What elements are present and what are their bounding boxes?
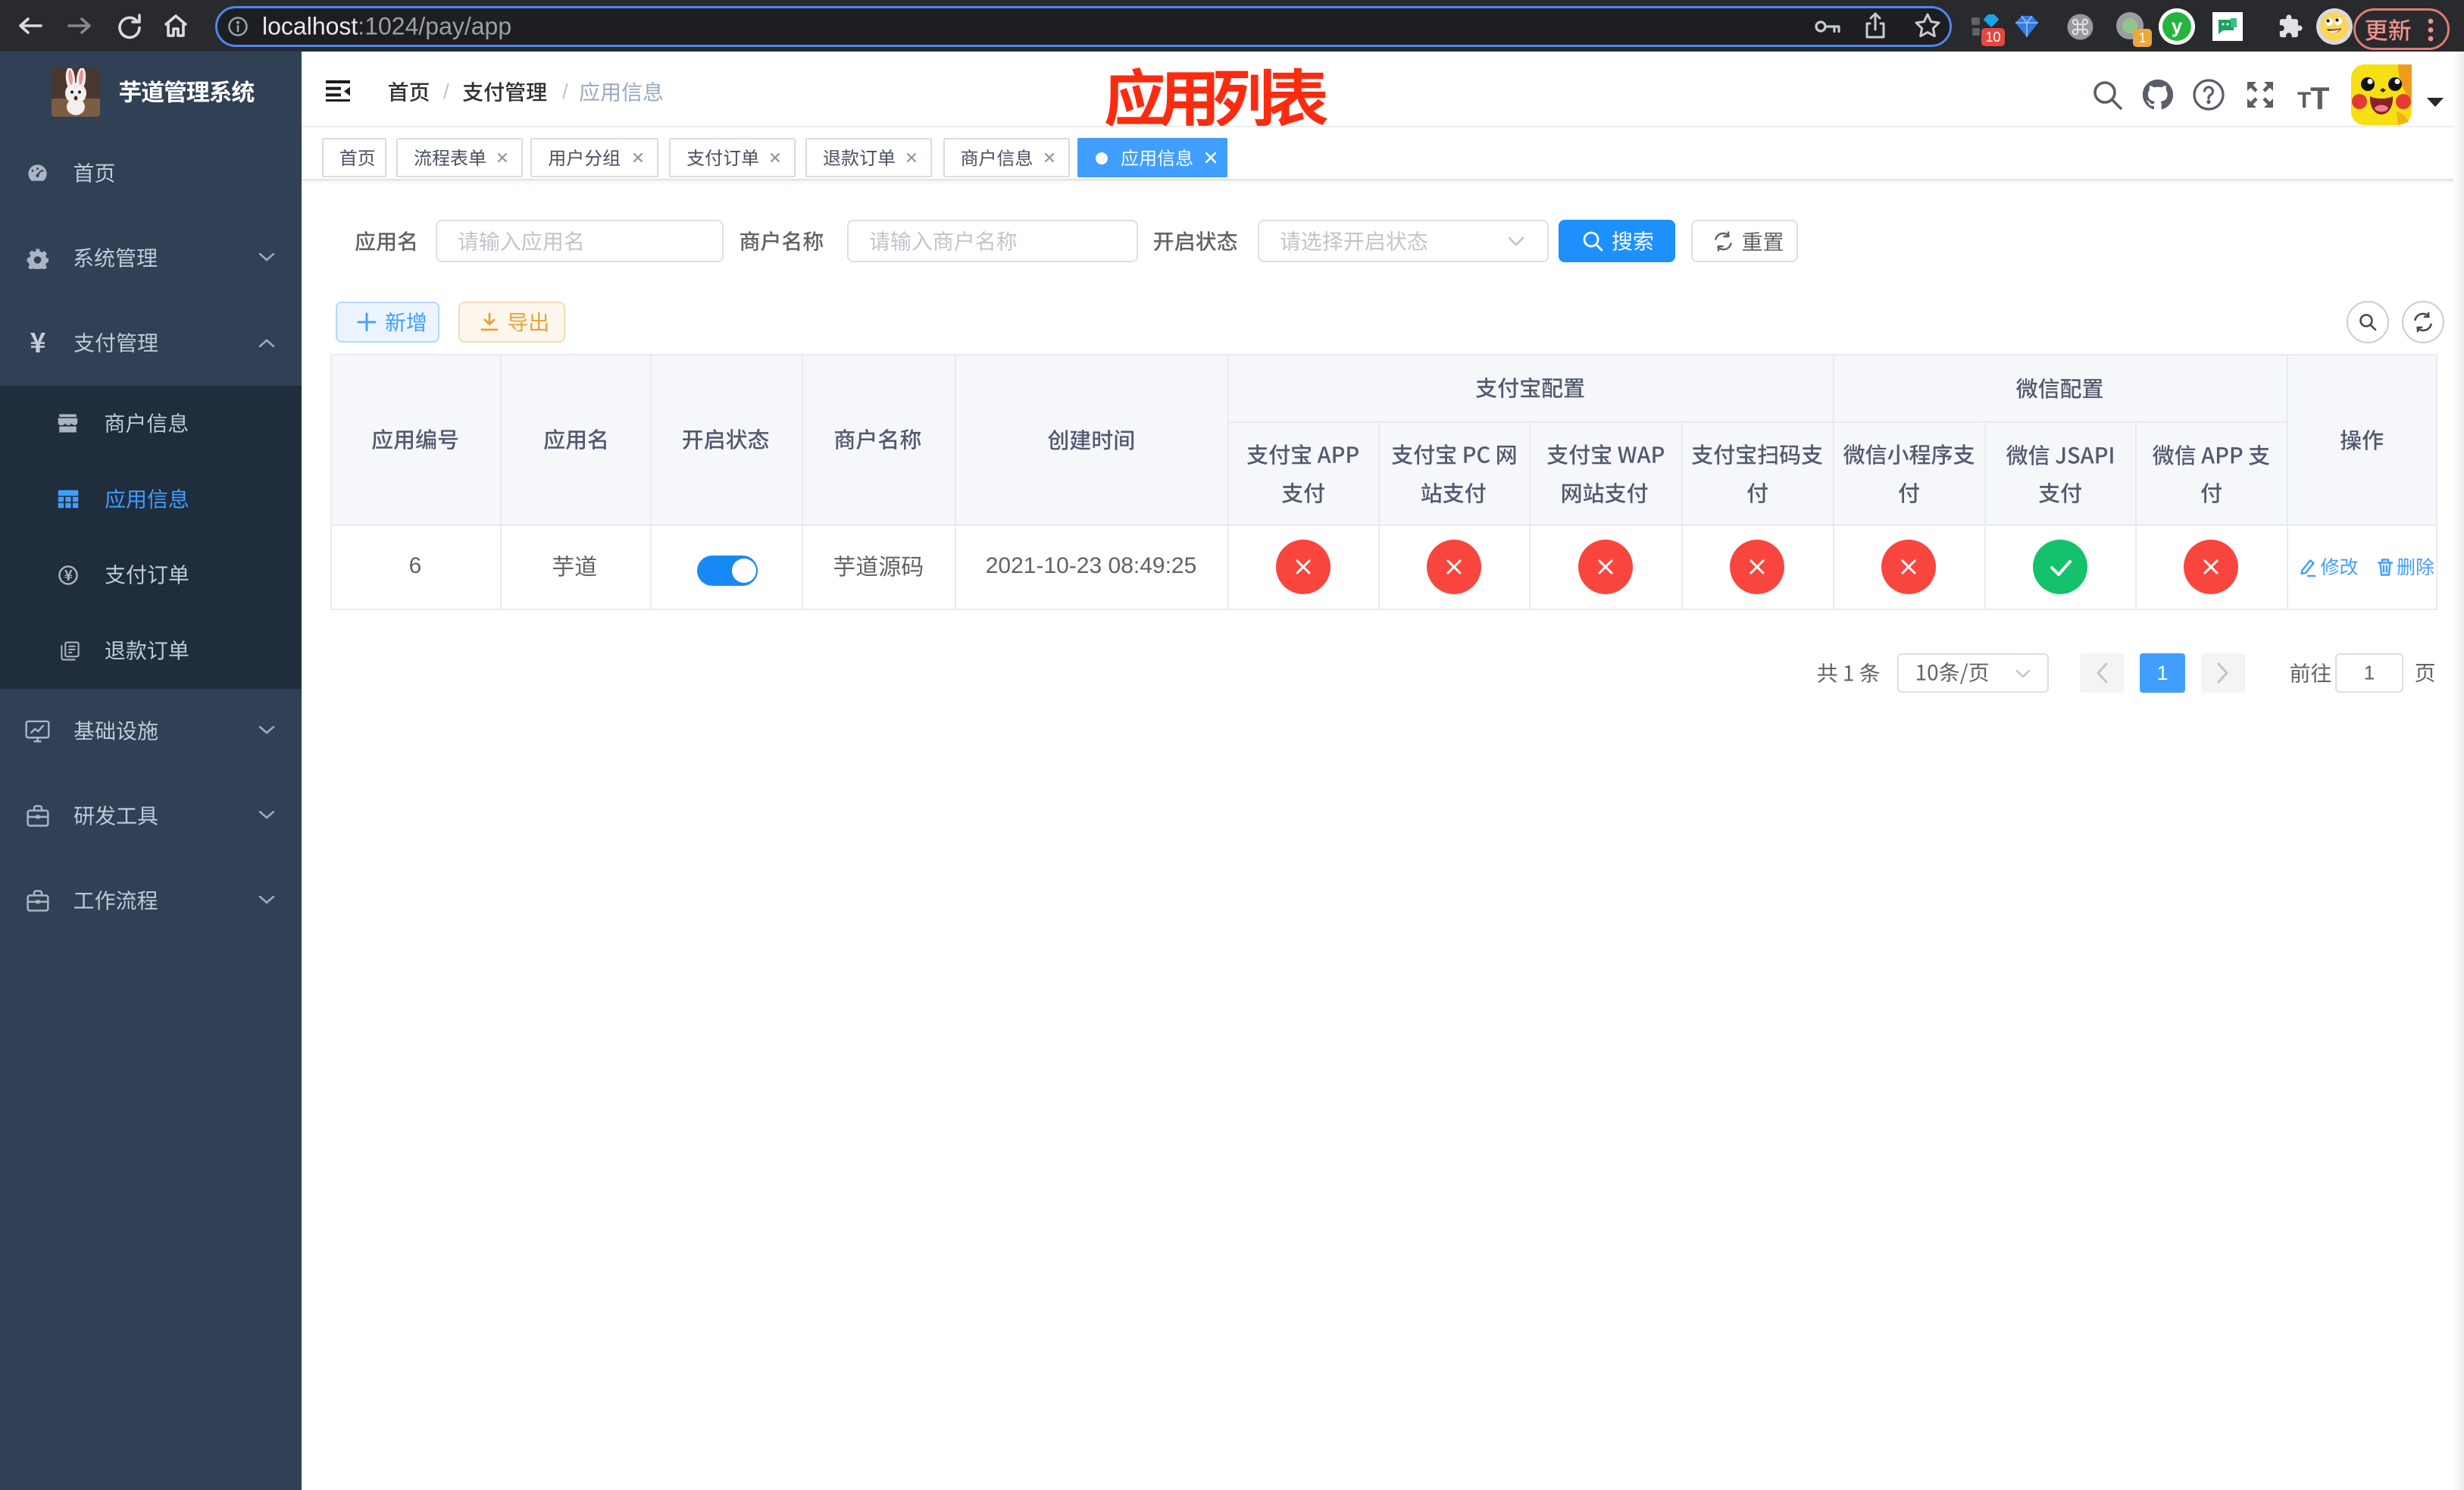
svg-text:T: T: [2310, 82, 2329, 109]
svg-text:T: T: [2297, 88, 2311, 109]
svg-text:y: y: [2172, 14, 2183, 37]
